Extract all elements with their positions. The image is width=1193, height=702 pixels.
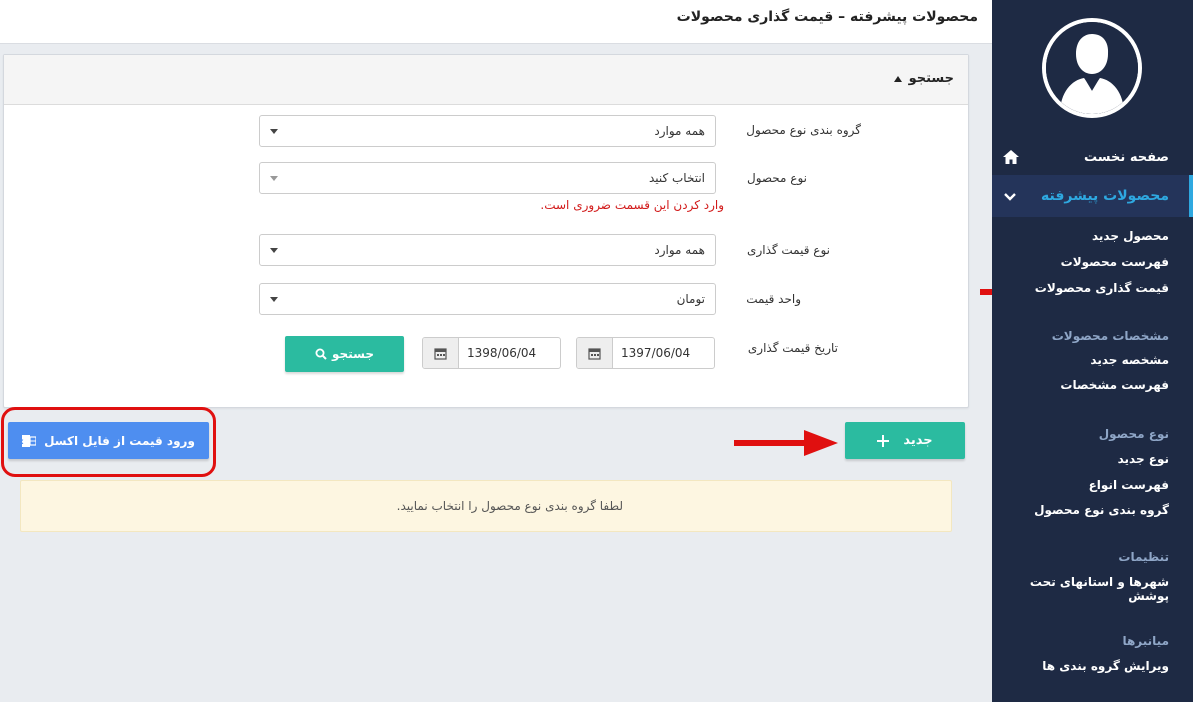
- user-icon: [1046, 22, 1138, 114]
- group-select-value: همه موارد: [654, 124, 705, 138]
- unit-label: واحد قیمت: [746, 292, 801, 306]
- new-button-label: جدید: [903, 433, 933, 448]
- warning-alert: لطفا گروه بندی نوع محصول را انتخاب نمایی…: [20, 480, 952, 532]
- pricing-type-select[interactable]: همه موارد: [259, 234, 716, 266]
- page-title: محصولات پیشرفته – قیمت گذاری محصولات: [676, 9, 978, 25]
- sidebar-item-home[interactable]: صفحه نخست: [992, 142, 1193, 172]
- sidebar-item-spec-list[interactable]: فهرست مشخصات: [1060, 378, 1169, 392]
- search-button[interactable]: جستجو: [285, 336, 404, 372]
- date-to-value: 1398/06/04: [467, 346, 537, 360]
- dropdown-arrow-icon: [270, 297, 278, 302]
- unit-select-value: تومان: [676, 292, 705, 306]
- new-button[interactable]: جدید: [845, 422, 965, 459]
- excel-import-button[interactable]: ورود قیمت از فایل اکسل x: [8, 422, 209, 459]
- group-label: گروه بندی نوع محصول: [746, 123, 861, 137]
- sidebar-item-product-pricing[interactable]: قیمت گذاری محصولات: [1035, 281, 1169, 295]
- home-icon: [1003, 150, 1019, 164]
- alert-message: لطفا گروه بندی نوع محصول را انتخاب نمایی…: [396, 499, 623, 513]
- sidebar-item-edit-groupings[interactable]: ویرایش گروه بندی ها: [1042, 659, 1169, 673]
- sidebar-item-type-list[interactable]: فهرست انواع: [1089, 478, 1169, 492]
- dropdown-arrow-icon: [270, 176, 278, 181]
- search-panel-header[interactable]: جستجو: [4, 55, 968, 105]
- sidebar-section-specs: مشخصات محصولات: [1051, 329, 1169, 343]
- search-icon: [315, 348, 327, 360]
- sidebar-section-advanced-products[interactable]: محصولات پیشرفته: [992, 175, 1193, 217]
- date-label: تاریخ قیمت گذاری: [747, 341, 838, 355]
- excel-import-label: ورود قیمت از فایل اکسل: [44, 433, 195, 448]
- top-bar: محصولات پیشرفته – قیمت گذاری محصولات: [0, 0, 992, 44]
- date-from-input[interactable]: 1397/06/04: [576, 337, 715, 369]
- user-avatar[interactable]: [1042, 18, 1142, 118]
- red-arrow-icon: [734, 430, 838, 456]
- sidebar-section-settings: تنظیمات: [1118, 550, 1169, 564]
- pricing-type-label: نوع قیمت گذاری: [747, 243, 830, 257]
- search-button-label: جستجو: [332, 347, 374, 361]
- search-panel: جستجو گروه بندی نوع محصول همه موارد نوع …: [3, 54, 969, 408]
- plus-icon: [877, 434, 890, 447]
- sidebar-item-product-list[interactable]: فهرست محصولات: [1061, 255, 1169, 269]
- sidebar-item-new-type[interactable]: نوع جدید: [1118, 452, 1169, 466]
- group-select[interactable]: همه موارد: [259, 115, 716, 147]
- sidebar-item-type-grouping[interactable]: گروه بندی نوع محصول: [1034, 503, 1169, 517]
- sidebar: صفحه نخست محصولات پیشرفته محصول جدید فهر…: [992, 0, 1193, 702]
- sidebar-item-covered-cities[interactable]: شهرها و استانهای تحت پوشش: [1019, 575, 1169, 603]
- date-from-value: 1397/06/04: [621, 346, 691, 360]
- calendar-icon[interactable]: [577, 338, 613, 368]
- caret-up-icon: [893, 75, 902, 82]
- calendar-icon[interactable]: [423, 338, 459, 368]
- panel-title: جستجو: [908, 71, 954, 86]
- sidebar-section-product-type: نوع محصول: [1098, 427, 1169, 441]
- type-error: وارد کردن این قسمت ضروری است.: [540, 198, 724, 212]
- sidebar-item-new-spec[interactable]: مشخصه جدید: [1090, 353, 1169, 367]
- unit-select[interactable]: تومان: [259, 283, 716, 315]
- sidebar-active-label: محصولات پیشرفته: [1041, 188, 1169, 204]
- date-to-input[interactable]: 1398/06/04: [422, 337, 561, 369]
- dropdown-arrow-icon: [270, 129, 278, 134]
- sidebar-home-label: صفحه نخست: [1084, 149, 1169, 165]
- sidebar-item-new-product[interactable]: محصول جدید: [1092, 229, 1169, 243]
- excel-icon: x: [22, 434, 37, 447]
- type-select-value: انتخاب کنید: [648, 171, 705, 185]
- dropdown-arrow-icon: [270, 248, 278, 253]
- type-label: نوع محصول: [746, 171, 807, 185]
- pricing-type-select-value: همه موارد: [654, 243, 705, 257]
- sidebar-section-shortcuts: میانبرها: [1122, 634, 1169, 648]
- type-select[interactable]: انتخاب کنید: [259, 162, 716, 194]
- chevron-down-icon: [1004, 193, 1016, 201]
